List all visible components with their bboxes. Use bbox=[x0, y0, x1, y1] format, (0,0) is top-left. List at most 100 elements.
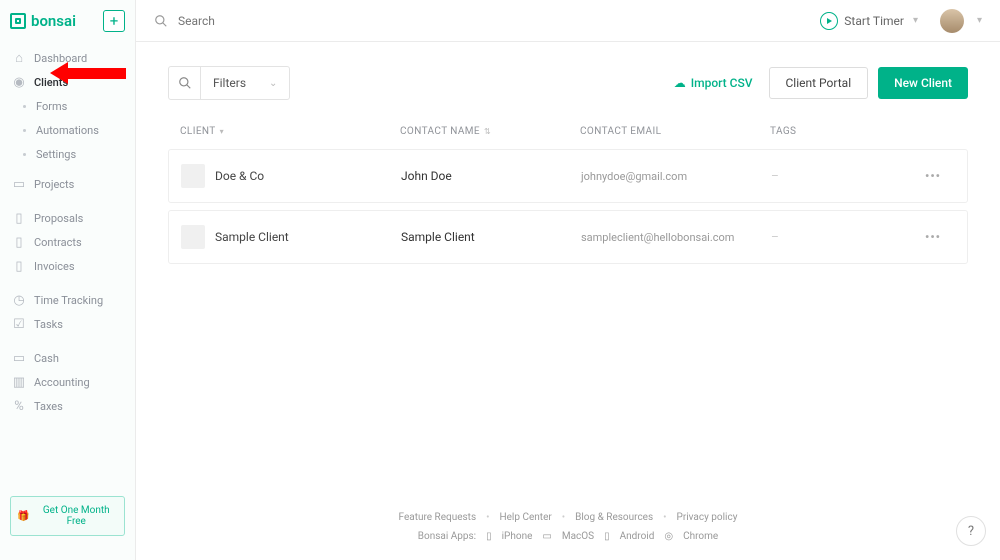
import-label: Import CSV bbox=[691, 76, 753, 90]
apps-label: Bonsai Apps: bbox=[418, 531, 476, 542]
column-header-email[interactable]: CONTACT EMAIL bbox=[580, 126, 770, 137]
content: Filters ⌄ ☁ Import CSV Client Portal New… bbox=[136, 42, 1000, 560]
row-actions-button[interactable]: ••• bbox=[925, 169, 955, 183]
contact-email: johnydoe@gmail.com bbox=[581, 170, 771, 183]
column-header-tags[interactable]: TAGS bbox=[770, 126, 926, 137]
table-row[interactable]: Sample Client Sample Client sampleclient… bbox=[168, 210, 968, 264]
card-icon: ▭ bbox=[12, 351, 26, 365]
footer-app-link[interactable]: Chrome bbox=[683, 531, 718, 542]
promo-label: Get One Month Free bbox=[34, 505, 118, 527]
client-name: Doe & Co bbox=[215, 169, 264, 183]
sidebar-item-label: Settings bbox=[36, 148, 76, 161]
phone-icon: ▯ bbox=[486, 531, 492, 542]
sidebar-item-settings[interactable]: Settings bbox=[0, 142, 135, 166]
sidebar-item-taxes[interactable]: % Taxes bbox=[0, 394, 135, 418]
sidebar-item-label: Cash bbox=[34, 352, 59, 365]
footer-link[interactable]: Feature Requests bbox=[399, 512, 477, 523]
chevron-down-icon[interactable]: ▾ bbox=[977, 15, 982, 26]
sidebar-item-automations[interactable]: Automations bbox=[0, 118, 135, 142]
sidebar-item-cash[interactable]: ▭ Cash bbox=[0, 346, 135, 370]
sidebar-nav: ⌂ Dashboard ◉ Clients Forms Automations … bbox=[0, 42, 135, 422]
sort-icon: ⇅ bbox=[484, 127, 491, 136]
footer-app-link[interactable]: iPhone bbox=[502, 531, 533, 542]
globe-icon: ◉ bbox=[12, 75, 26, 89]
bullet-icon bbox=[20, 99, 28, 113]
sort-icon: ▾ bbox=[220, 127, 224, 136]
tags-cell: – bbox=[771, 230, 925, 244]
search-input[interactable] bbox=[178, 14, 810, 28]
contact-email: sampleclient@hellobonsai.com bbox=[581, 231, 771, 244]
folder-icon: ▭ bbox=[12, 177, 26, 191]
cloud-upload-icon: ☁ bbox=[674, 76, 686, 90]
topbar: Start Timer ▾ ▾ bbox=[136, 0, 1000, 42]
client-portal-button[interactable]: Client Portal bbox=[769, 67, 869, 99]
gift-icon: 🎁 bbox=[17, 511, 29, 522]
sidebar-item-proposals[interactable]: ▯ Proposals bbox=[0, 206, 135, 230]
table-row[interactable]: Doe & Co John Doe johnydoe@gmail.com – •… bbox=[168, 149, 968, 203]
laptop-icon: ▭ bbox=[542, 531, 551, 542]
brand-logo[interactable]: bonsai bbox=[10, 12, 76, 30]
start-timer-button[interactable]: Start Timer ▾ bbox=[820, 12, 918, 30]
contact-name: Sample Client bbox=[401, 230, 581, 244]
footer: Feature Requests • Help Center • Blog & … bbox=[136, 502, 1000, 560]
new-client-button[interactable]: New Client bbox=[878, 67, 968, 99]
chevron-down-icon: ▾ bbox=[913, 15, 918, 26]
footer-link[interactable]: Privacy policy bbox=[677, 512, 738, 523]
check-icon: ☑ bbox=[12, 317, 26, 331]
brand-name: bonsai bbox=[31, 12, 76, 30]
add-button[interactable]: + bbox=[103, 10, 125, 32]
play-icon bbox=[820, 12, 838, 30]
footer-link[interactable]: Blog & Resources bbox=[575, 512, 653, 523]
sidebar-item-label: Projects bbox=[34, 178, 74, 191]
column-header-client[interactable]: CLIENT ▾ bbox=[180, 126, 400, 137]
sidebar-item-time-tracking[interactable]: ◷ Time Tracking bbox=[0, 288, 135, 312]
footer-app-link[interactable]: Android bbox=[620, 531, 655, 542]
percent-icon: % bbox=[12, 399, 26, 413]
filter-search-button[interactable] bbox=[169, 67, 201, 99]
doc-icon: ▯ bbox=[12, 211, 26, 225]
sidebar-item-label: Clients bbox=[34, 76, 68, 89]
chrome-icon: ◎ bbox=[664, 531, 673, 542]
sidebar-item-invoices[interactable]: ▯ Invoices bbox=[0, 254, 135, 278]
sidebar-item-dashboard[interactable]: ⌂ Dashboard bbox=[0, 46, 135, 70]
bullet-icon bbox=[20, 147, 28, 161]
promo-banner[interactable]: 🎁 Get One Month Free bbox=[10, 496, 125, 536]
sidebar-item-contracts[interactable]: ▯ Contracts bbox=[0, 230, 135, 254]
clock-icon: ◷ bbox=[12, 293, 26, 307]
column-header-contact[interactable]: CONTACT NAME ⇅ bbox=[400, 126, 580, 137]
tags-cell: – bbox=[771, 169, 925, 183]
sidebar-item-label: Accounting bbox=[34, 376, 90, 389]
sidebar-item-label: Dashboard bbox=[34, 52, 87, 65]
avatar[interactable] bbox=[940, 9, 964, 33]
sidebar-item-label: Invoices bbox=[34, 260, 75, 273]
footer-link[interactable]: Help Center bbox=[500, 512, 552, 523]
doc-icon: ▯ bbox=[12, 235, 26, 249]
help-fab[interactable]: ? bbox=[956, 516, 986, 546]
sidebar-item-clients[interactable]: ◉ Clients bbox=[0, 70, 135, 94]
sidebar-item-projects[interactable]: ▭ Projects bbox=[0, 172, 135, 196]
sidebar-item-label: Automations bbox=[36, 124, 99, 137]
footer-app-link[interactable]: MacOS bbox=[562, 531, 594, 542]
plus-icon: + bbox=[110, 12, 119, 30]
sidebar-item-label: Proposals bbox=[34, 212, 83, 225]
content-toolbar: Filters ⌄ ☁ Import CSV Client Portal New… bbox=[168, 66, 968, 100]
sidebar-item-label: Forms bbox=[36, 100, 67, 113]
filters-dropdown[interactable]: Filters ⌄ bbox=[201, 67, 289, 99]
home-icon: ⌂ bbox=[12, 51, 26, 65]
sidebar: bonsai + ⌂ Dashboard ◉ Clients Forms Aut… bbox=[0, 0, 136, 560]
client-name: Sample Client bbox=[215, 230, 289, 244]
logo-icon bbox=[10, 13, 26, 29]
phone-icon: ▯ bbox=[604, 531, 610, 542]
import-csv-link[interactable]: ☁ Import CSV bbox=[674, 76, 753, 90]
timer-label: Start Timer bbox=[844, 14, 904, 28]
contact-name: John Doe bbox=[401, 169, 581, 183]
client-avatar bbox=[181, 164, 205, 188]
sidebar-item-forms[interactable]: Forms bbox=[0, 94, 135, 118]
table-body: Doe & Co John Doe johnydoe@gmail.com – •… bbox=[168, 149, 968, 264]
sidebar-item-tasks[interactable]: ☑ Tasks bbox=[0, 312, 135, 336]
sidebar-item-accounting[interactable]: ▥ Accounting bbox=[0, 370, 135, 394]
filters-label: Filters bbox=[213, 76, 246, 90]
row-actions-button[interactable]: ••• bbox=[925, 230, 955, 244]
search-icon bbox=[154, 14, 168, 28]
client-avatar bbox=[181, 225, 205, 249]
